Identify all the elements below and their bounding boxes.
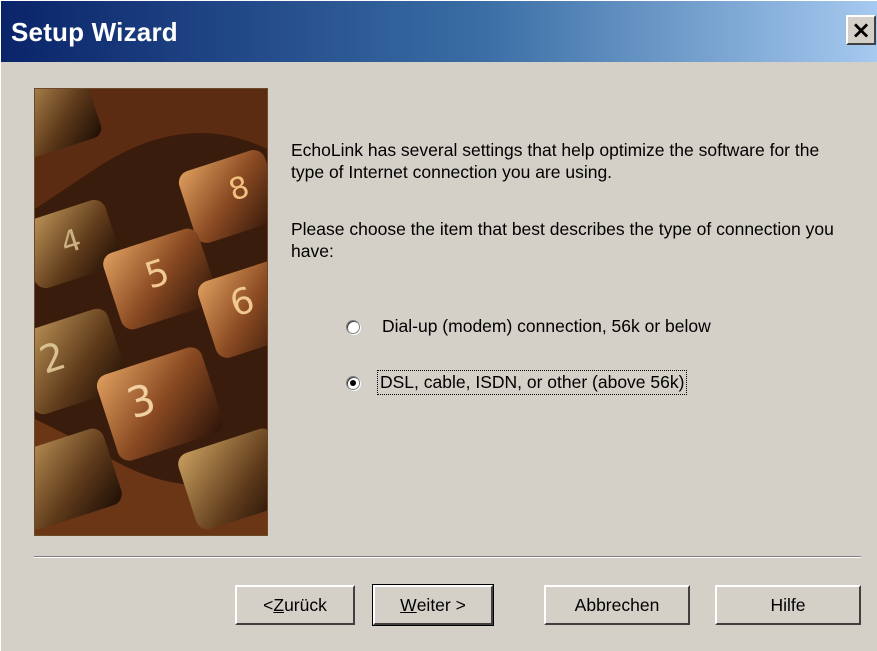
- next-button[interactable]: Weiter >: [372, 584, 494, 626]
- window-title: Setup Wizard: [11, 17, 178, 47]
- separator-line: [34, 556, 861, 558]
- keypad-illustration: 8 4 5 6 2 3: [35, 89, 267, 535]
- intro-text: EchoLink has several settings that help …: [291, 140, 820, 182]
- close-button[interactable]: ×: [846, 15, 876, 45]
- close-icon: ×: [850, 16, 872, 44]
- title-bar[interactable]: Setup Wizard ×: [1, 1, 877, 62]
- radio-option-broadband[interactable]: DSL, cable, ISDN, or other (above 56k): [346, 370, 688, 395]
- back-button[interactable]: < Zurück: [235, 585, 355, 625]
- help-button[interactable]: Hilfe: [715, 585, 861, 625]
- radio-label-broadband[interactable]: DSL, cable, ISDN, or other (above 56k): [377, 370, 688, 395]
- radio-label-dialup[interactable]: Dial-up (modem) connection, 56k or below: [380, 315, 713, 338]
- instruction-text: Please choose the item that best describ…: [291, 219, 834, 261]
- setup-wizard-window: Setup Wizard × 8 4 5 6 2 3 EchoLink has …: [0, 0, 877, 651]
- radio-option-dialup[interactable]: Dial-up (modem) connection, 56k or below: [346, 315, 713, 338]
- cancel-button[interactable]: Abbrechen: [544, 585, 690, 625]
- radio-button-dialup[interactable]: [346, 319, 360, 334]
- radio-button-broadband[interactable]: [346, 375, 360, 390]
- keypad-photo: 8 4 5 6 2 3: [34, 88, 268, 536]
